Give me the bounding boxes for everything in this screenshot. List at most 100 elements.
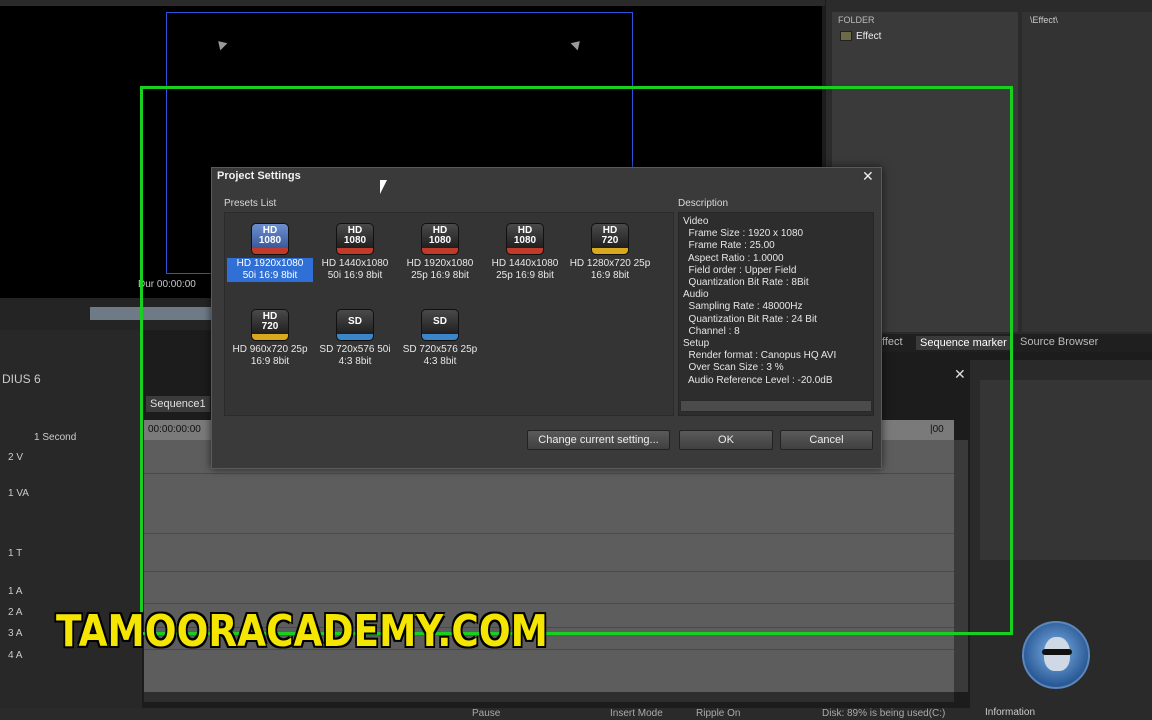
- description-line: Frame Rate : 25.00: [683, 240, 775, 252]
- preset-caption: HD 1920x1080 50i 16:9 8bit: [227, 258, 313, 282]
- tab-source-browser[interactable]: Source Browser: [1020, 336, 1098, 348]
- info-panel-content: [980, 380, 1152, 560]
- track-row[interactable]: [144, 572, 954, 604]
- preset-caption-line2: 50i 16:9 8bit: [327, 270, 383, 281]
- project-label: DIUS 6: [2, 372, 41, 386]
- timeline-close-icon[interactable]: ✕: [954, 366, 966, 383]
- preset-item[interactable]: SD SD 720x576 50i 4:3 8bit: [312, 309, 398, 368]
- preset-caption: HD 1440x1080 25p 16:9 8bit: [482, 258, 568, 282]
- preset-item[interactable]: HD 1080 HD 1920x1080 50i 16:9 8bit: [227, 223, 313, 282]
- badge-strip: [337, 248, 373, 254]
- status-ripple: Ripple On: [696, 708, 741, 719]
- tab-sequence-marker[interactable]: Sequence marker: [916, 336, 1011, 350]
- preset-badge-icon: HD 1080: [421, 223, 459, 255]
- timescale-select[interactable]: 1 Second: [34, 432, 76, 443]
- badge-strip: [507, 248, 543, 254]
- track-1a[interactable]: 1 A: [8, 586, 22, 597]
- badge-strip: [592, 248, 628, 254]
- badge-strip: [252, 248, 288, 254]
- duration-label: Dur 00:00:00: [138, 279, 196, 290]
- description-line: Channel : 8: [683, 325, 740, 337]
- folder-content: [1022, 12, 1152, 332]
- badge-format: SD: [433, 316, 447, 327]
- dialog-close-icon[interactable]: ✕: [862, 168, 874, 185]
- preset-item[interactable]: HD 720 HD 960x720 25p 16:9 8bit: [227, 309, 313, 368]
- description-scrollbar[interactable]: [680, 400, 872, 412]
- preset-caption-line2: 16:9 8bit: [590, 270, 630, 281]
- preset-caption-line1: HD 960x720 25p: [232, 344, 308, 355]
- description-line: Aspect Ratio : 1.0000: [683, 252, 784, 264]
- preset-caption-line2: 25p 16:9 8bit: [496, 270, 554, 281]
- preset-caption: SD 720x576 50i 4:3 8bit: [312, 344, 398, 368]
- preset-badge-icon: HD 1080: [251, 223, 289, 255]
- preset-badge-icon: SD: [336, 309, 374, 341]
- status-bar: Pause Insert Mode Ripple On Disk: 89% is…: [0, 708, 1152, 720]
- preset-item[interactable]: HD 1080 HD 1440x1080 50i 16:9 8bit: [312, 223, 398, 282]
- preset-caption-line1: HD 1920x1080: [406, 258, 474, 269]
- description-line: Render format : Canopus HQ AVI: [683, 350, 837, 362]
- ruler-end-time: |00: [930, 424, 944, 435]
- description-line: Frame Size : 1920 x 1080: [683, 228, 804, 240]
- dialog-title: Project Settings: [217, 170, 301, 182]
- description-box: Video Frame Size : 1920 x 1080 Frame Rat…: [678, 212, 874, 416]
- track-1t[interactable]: 1 T: [8, 548, 22, 559]
- folder-icon: [840, 31, 852, 42]
- badge-format: SD: [348, 316, 362, 327]
- watermark-text: TAMOORACADEMY.COM: [56, 606, 548, 657]
- preset-caption-line2: 50i 16:9 8bit: [242, 270, 298, 281]
- tab-information[interactable]: Information: [985, 707, 1035, 718]
- preset-caption-line1: SD 720x576 25p: [402, 344, 478, 355]
- preset-caption: HD 1920x1080 25p 16:9 8bit: [397, 258, 483, 282]
- track-1va[interactable]: 1 VA: [8, 488, 29, 499]
- track-4a[interactable]: 4 A: [8, 650, 22, 661]
- preset-caption-line1: HD 1440x1080: [491, 258, 559, 269]
- description-line: Setup: [683, 338, 710, 349]
- badge-resolution: 720: [601, 235, 619, 246]
- preset-badge-icon: SD: [421, 309, 459, 341]
- preset-caption-line1: SD 720x576 50i: [319, 344, 391, 355]
- preset-item[interactable]: SD SD 720x576 25p 4:3 8bit: [397, 309, 483, 368]
- ok-button[interactable]: OK: [679, 430, 773, 450]
- track-2v[interactable]: 2 V: [8, 452, 23, 463]
- preset-caption: HD 960x720 25p 16:9 8bit: [227, 344, 313, 368]
- preset-item[interactable]: HD 720 HD 1280x720 25p 16:9 8bit: [567, 223, 653, 282]
- sequence-tab[interactable]: Sequence1: [146, 396, 210, 412]
- status-mode: Insert Mode: [610, 708, 663, 719]
- description-line: Sampling Rate : 48000Hz: [683, 301, 803, 313]
- presets-list: HD 1080 HD 1920x1080 50i 16:9 8bit HD 1080 HD …: [224, 212, 674, 416]
- sunglasses-icon: [1042, 649, 1072, 655]
- preset-item[interactable]: HD 1080 HD 1440x1080 25p 16:9 8bit: [482, 223, 568, 282]
- preset-badge-icon: HD 720: [591, 223, 629, 255]
- folder-item-effect[interactable]: Effect: [840, 31, 904, 45]
- badge-strip: [422, 248, 458, 254]
- description-line: Quantization Bit Rate : 8Bit: [683, 277, 809, 288]
- preset-caption: HD 1280x720 25p 16:9 8bit: [567, 258, 653, 282]
- preset-caption-line2: 16:9 8bit: [250, 356, 290, 367]
- track-row[interactable]: [144, 474, 954, 534]
- description-line: Quantization Bit Rate : 24 Bit: [683, 313, 817, 325]
- channel-logo: [1022, 621, 1090, 689]
- cancel-button[interactable]: Cancel: [780, 430, 873, 450]
- description-line: Audio: [683, 289, 709, 301]
- preset-caption: HD 1440x1080 50i 16:9 8bit: [312, 258, 398, 282]
- preset-caption-line2: 4:3 8bit: [338, 356, 372, 367]
- badge-resolution: 720: [261, 321, 279, 332]
- preset-badge-icon: HD 720: [251, 309, 289, 341]
- folder-path: \Effect\: [1030, 15, 1058, 25]
- timeline-vertical-scrollbar[interactable]: [954, 440, 968, 692]
- preset-item[interactable]: HD 1080 HD 1920x1080 25p 16:9 8bit: [397, 223, 483, 282]
- tab-effect[interactable]: ffect: [882, 336, 903, 348]
- track-2a[interactable]: 2 A: [8, 607, 22, 618]
- description-line: Field order : Upper Field: [683, 264, 797, 276]
- track-row[interactable]: [144, 534, 954, 572]
- mouse-cursor-icon: [380, 180, 387, 194]
- preset-caption-line2: 4:3 8bit: [423, 356, 457, 367]
- description-label: Description: [678, 198, 729, 209]
- status-pause: Pause: [472, 708, 501, 719]
- preset-caption-line2: 25p 16:9 8bit: [411, 270, 469, 281]
- timeline-horizontal-scrollbar[interactable]: [144, 692, 954, 702]
- change-setting-button[interactable]: Change current setting...: [527, 430, 670, 450]
- track-3a[interactable]: 3 A: [8, 628, 22, 639]
- badge-strip: [337, 334, 373, 340]
- badge-strip: [422, 334, 458, 340]
